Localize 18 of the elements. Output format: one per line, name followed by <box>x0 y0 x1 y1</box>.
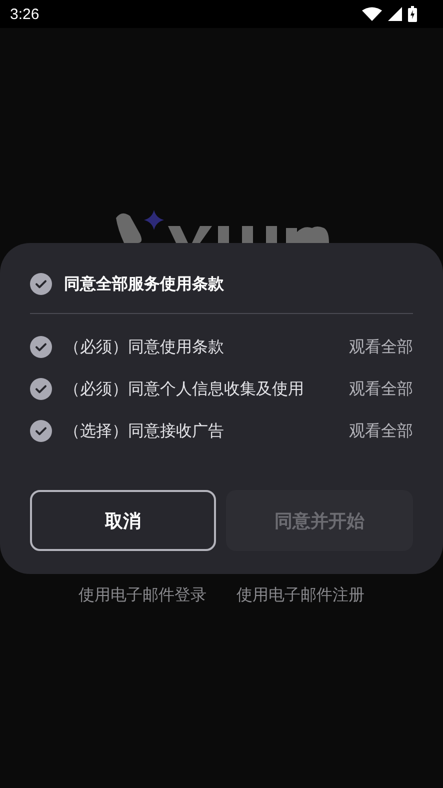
checkbox[interactable] <box>30 336 52 358</box>
email-link[interactable]: 使用电子邮件登录 <box>78 585 206 606</box>
status-time: 3:26 <box>10 6 40 22</box>
term-label: （必须）同意个人信息收集及使用 <box>64 378 305 400</box>
email-link[interactable]: 使用电子邮件注册 <box>236 585 364 606</box>
view-all-link[interactable]: 观看全部 <box>349 378 413 400</box>
checkbox[interactable] <box>30 420 52 442</box>
agree-all-label: 同意全部服务使用条款 <box>64 274 224 294</box>
view-all-link[interactable]: 观看全部 <box>349 420 413 442</box>
cancel-button[interactable]: 取消 <box>30 490 216 551</box>
view-all-link[interactable]: 观看全部 <box>349 336 413 358</box>
signal-icon <box>388 7 402 21</box>
wifi-icon <box>362 7 382 21</box>
term-label: （选择）同意接收广告 <box>64 420 225 442</box>
checkbox[interactable] <box>30 378 52 400</box>
battery-icon <box>408 6 417 22</box>
checkbox[interactable] <box>30 273 52 295</box>
term-label: （必须）同意使用条款 <box>64 336 225 358</box>
